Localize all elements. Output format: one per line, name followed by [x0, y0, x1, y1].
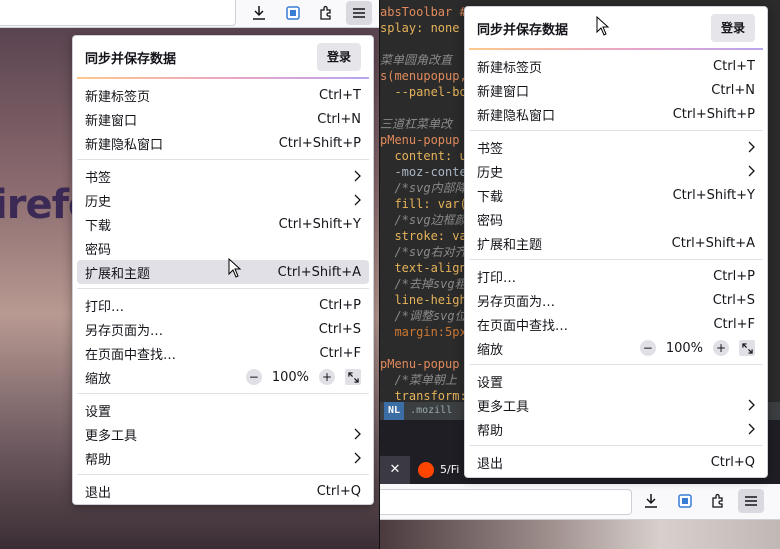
- menu-item-find-in-page[interactable]: 在页面中查找… Ctrl+F: [469, 312, 763, 336]
- menu-item-quit[interactable]: 退出 Ctrl+Q: [469, 450, 763, 474]
- hamburger-menu-icon[interactable]: [738, 489, 764, 513]
- url-bar-left[interactable]: [0, 0, 236, 26]
- sync-header: 同步并保存数据 登录: [469, 11, 763, 45]
- download-icon[interactable]: [246, 1, 272, 25]
- menu-item-history[interactable]: 历史: [469, 159, 763, 183]
- menu-item-downloads[interactable]: 下载 Ctrl+Shift+Y: [77, 212, 369, 236]
- sync-title: 同步并保存数据: [85, 51, 177, 67]
- menu-item-new-private-window[interactable]: 新建隐私窗口 Ctrl+Shift+P: [77, 131, 369, 155]
- menu-item-bookmarks[interactable]: 书签: [77, 164, 369, 188]
- login-button[interactable]: 登录: [316, 43, 361, 71]
- menu-item-new-private-window[interactable]: 新建隐私窗口 Ctrl+Shift+P: [469, 102, 763, 126]
- menu-item-downloads[interactable]: 下载 Ctrl+Shift+Y: [469, 183, 763, 207]
- fullscreen-icon[interactable]: [739, 340, 755, 356]
- menu-item-help[interactable]: 帮助: [77, 446, 369, 470]
- toolbar-left: [0, 0, 380, 28]
- page-background-right: [380, 520, 780, 549]
- tab-label: 5/Fi: [440, 463, 460, 476]
- zoom-in-button[interactable]: +: [713, 340, 729, 356]
- zoom-value[interactable]: 100%: [272, 370, 309, 385]
- sync-title: 同步并保存数据: [477, 22, 569, 38]
- editor-status-text: .mozill: [410, 405, 453, 416]
- zoom-in-button[interactable]: +: [319, 369, 335, 385]
- menu-item-zoom: 缩放 − 100% +: [77, 365, 369, 389]
- reddit-icon: [418, 462, 434, 478]
- mouse-cursor-icon: [596, 16, 610, 36]
- menu-item-print[interactable]: 打印… Ctrl+P: [77, 293, 369, 317]
- app-menu-left: 同步并保存数据 登录 新建标签页 Ctrl+T 新建窗口 Ctrl+N 新建隐私窗口…: [72, 35, 374, 505]
- menu-item-quit[interactable]: 退出 Ctrl+Q: [77, 479, 369, 503]
- zoom-label: 缩放: [477, 342, 504, 358]
- zoom-out-button[interactable]: −: [639, 340, 656, 356]
- chevron-right-icon: [748, 399, 755, 411]
- chevron-right-icon: [354, 194, 361, 206]
- menu-separator: [77, 159, 369, 160]
- accent-divider: [77, 77, 369, 79]
- chevron-right-icon: [354, 428, 361, 440]
- chevron-right-icon: [748, 141, 755, 153]
- menu-separator: [77, 474, 369, 475]
- menu-separator: [469, 364, 763, 365]
- accent-divider: [469, 48, 763, 50]
- zoom-value[interactable]: 100%: [666, 341, 703, 356]
- menu-item-new-tab[interactable]: 新建标签页 Ctrl+T: [469, 54, 763, 78]
- hamburger-menu-icon[interactable]: [346, 1, 372, 25]
- menu-item-settings[interactable]: 设置: [469, 369, 763, 393]
- menu-item-help[interactable]: 帮助: [469, 417, 763, 441]
- editor-mode: NL: [384, 402, 405, 420]
- url-bar-right[interactable]: [380, 489, 632, 515]
- menu-item-new-tab[interactable]: 新建标签页 Ctrl+T: [77, 83, 369, 107]
- extensions-icon[interactable]: [313, 1, 339, 25]
- tab-close-button[interactable]: ✕: [380, 456, 410, 484]
- chevron-right-icon: [748, 423, 755, 435]
- fullscreen-icon[interactable]: [345, 369, 361, 385]
- menu-item-new-window[interactable]: 新建窗口 Ctrl+N: [469, 78, 763, 102]
- chevron-right-icon: [354, 452, 361, 464]
- container-icon[interactable]: [280, 1, 306, 25]
- menu-item-passwords[interactable]: 密码: [469, 207, 763, 231]
- chevron-right-icon: [748, 165, 755, 177]
- container-icon[interactable]: [672, 489, 698, 513]
- menu-item-addons-themes[interactable]: 扩展和主题 Ctrl+Shift+A: [77, 260, 369, 284]
- menu-separator: [77, 393, 369, 394]
- menu-item-new-window[interactable]: 新建窗口 Ctrl+N: [77, 107, 369, 131]
- zoom-out-button[interactable]: −: [245, 369, 262, 385]
- menu-item-addons-themes[interactable]: 扩展和主题 Ctrl+Shift+A: [469, 231, 763, 255]
- extensions-icon[interactable]: [705, 489, 731, 513]
- download-icon[interactable]: [638, 489, 664, 513]
- menu-item-zoom: 缩放 − 100% +: [469, 336, 763, 360]
- menu-separator: [77, 288, 369, 289]
- menu-item-more-tools[interactable]: 更多工具: [77, 422, 369, 446]
- menu-separator: [469, 259, 763, 260]
- tab-reddit[interactable]: 5/Fi: [418, 456, 459, 484]
- app-menu-right: 同步并保存数据 登录 新建标签页 Ctrl+T 新建窗口 Ctrl+N 新建隐私窗口…: [464, 6, 768, 478]
- sync-header: 同步并保存数据 登录: [77, 40, 369, 74]
- menu-separator: [469, 130, 763, 131]
- menu-item-find-in-page[interactable]: 在页面中查找… Ctrl+F: [77, 341, 369, 365]
- login-button[interactable]: 登录: [710, 14, 755, 42]
- menu-item-history[interactable]: 历史: [77, 188, 369, 212]
- menu-item-save-page[interactable]: 另存页面为… Ctrl+S: [77, 317, 369, 341]
- menu-item-passwords[interactable]: 密码: [77, 236, 369, 260]
- menu-separator: [469, 445, 763, 446]
- menu-item-save-page[interactable]: 另存页面为… Ctrl+S: [469, 288, 763, 312]
- chevron-right-icon: [354, 170, 361, 182]
- menu-item-bookmarks[interactable]: 书签: [469, 135, 763, 159]
- toolbar-right: [380, 484, 780, 520]
- menu-item-settings[interactable]: 设置: [77, 398, 369, 422]
- menu-item-print[interactable]: 打印… Ctrl+P: [469, 264, 763, 288]
- mouse-cursor-icon: [228, 258, 242, 278]
- zoom-label: 缩放: [85, 371, 112, 387]
- menu-item-more-tools[interactable]: 更多工具: [469, 393, 763, 417]
